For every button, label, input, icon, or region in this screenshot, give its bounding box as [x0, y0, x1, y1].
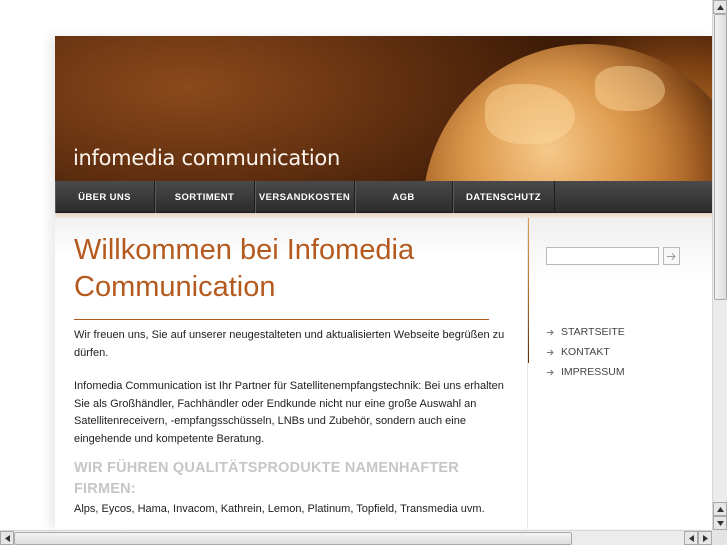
- sidebar-item-label: IMPRESSUM: [561, 366, 625, 378]
- sidebar-item-label: KONTAKT: [561, 346, 610, 358]
- nav-item-agb[interactable]: AGB: [355, 181, 453, 213]
- triangle-left-icon: [688, 534, 694, 542]
- vertical-scroll-thumb[interactable]: [714, 14, 727, 300]
- vertical-scrollbar[interactable]: [712, 0, 727, 530]
- nav-item-ueber-uns[interactable]: ÜBER UNS: [55, 181, 155, 213]
- site-title[interactable]: infomedia communication: [73, 146, 340, 170]
- page-container: infomedia communication ÜBER UNS SORTIME…: [55, 36, 713, 529]
- horizontal-scroll-thumb[interactable]: [14, 532, 572, 545]
- search-input[interactable]: [546, 247, 659, 265]
- arrow-right-icon: [667, 252, 676, 260]
- globe-landmass: [595, 66, 665, 111]
- page-title: Willkommen bei Infomedia Communication: [74, 234, 415, 303]
- sidebar-item-startseite[interactable]: STARTSEITE: [546, 322, 625, 342]
- nav-item-sortiment[interactable]: SORTIMENT: [155, 181, 255, 213]
- partner-paragraph: Infomedia Communication ist Ihr Partner …: [74, 380, 504, 445]
- triangle-left-icon: [4, 534, 10, 542]
- arrow-bullet-icon: [547, 349, 554, 355]
- intro-paragraph: Wir freuen uns, Sie auf unserer neugesta…: [74, 329, 505, 359]
- horizontal-scrollbar[interactable]: [0, 530, 712, 545]
- header-banner: infomedia communication: [55, 36, 713, 374]
- scroll-up-button[interactable]: [713, 0, 727, 14]
- nav-item-datenschutz[interactable]: DATENSCHUTZ: [453, 181, 555, 213]
- search-button[interactable]: [663, 247, 680, 265]
- sidebar-item-kontakt[interactable]: KONTAKT: [546, 342, 625, 362]
- triangle-up-icon: [716, 506, 724, 512]
- scrollbar-corner: [712, 530, 727, 545]
- nav-item-versandkosten[interactable]: VERSANDKOSTEN: [255, 181, 355, 213]
- sidebar-item-label: STARTSEITE: [561, 326, 625, 338]
- scroll-down-button[interactable]: [713, 516, 727, 530]
- main-content: Willkommen bei Infomedia Communication W…: [55, 218, 528, 529]
- sidebar-item-impressum[interactable]: IMPRESSUM: [546, 362, 625, 382]
- sidebar-nav: STARTSEITE KONTAKT IMPRESSUM: [546, 322, 625, 382]
- triangle-down-icon: [716, 520, 724, 526]
- sidebar: STARTSEITE KONTAKT IMPRESSUM: [529, 218, 713, 529]
- brands-paragraph: Alps, Eycos, Hama, Invacom, Kathrein, Le…: [74, 503, 485, 515]
- title-divider: [74, 319, 489, 320]
- scroll-right-button[interactable]: [698, 531, 712, 545]
- arrow-bullet-icon: [547, 369, 554, 375]
- triangle-up-icon: [716, 4, 724, 10]
- scroll-left-button[interactable]: [684, 531, 698, 545]
- triangle-right-icon: [702, 534, 708, 542]
- main-navigation: ÜBER UNS SORTIMENT VERSANDKOSTEN AGB DAT…: [55, 181, 713, 213]
- scroll-up-button[interactable]: [713, 502, 727, 516]
- brands-heading: WIR FÜHREN QUALITÄTSPRODUKTE NAMENHAFTER…: [74, 460, 459, 497]
- scroll-left-button[interactable]: [0, 531, 14, 545]
- arrow-bullet-icon: [547, 329, 554, 335]
